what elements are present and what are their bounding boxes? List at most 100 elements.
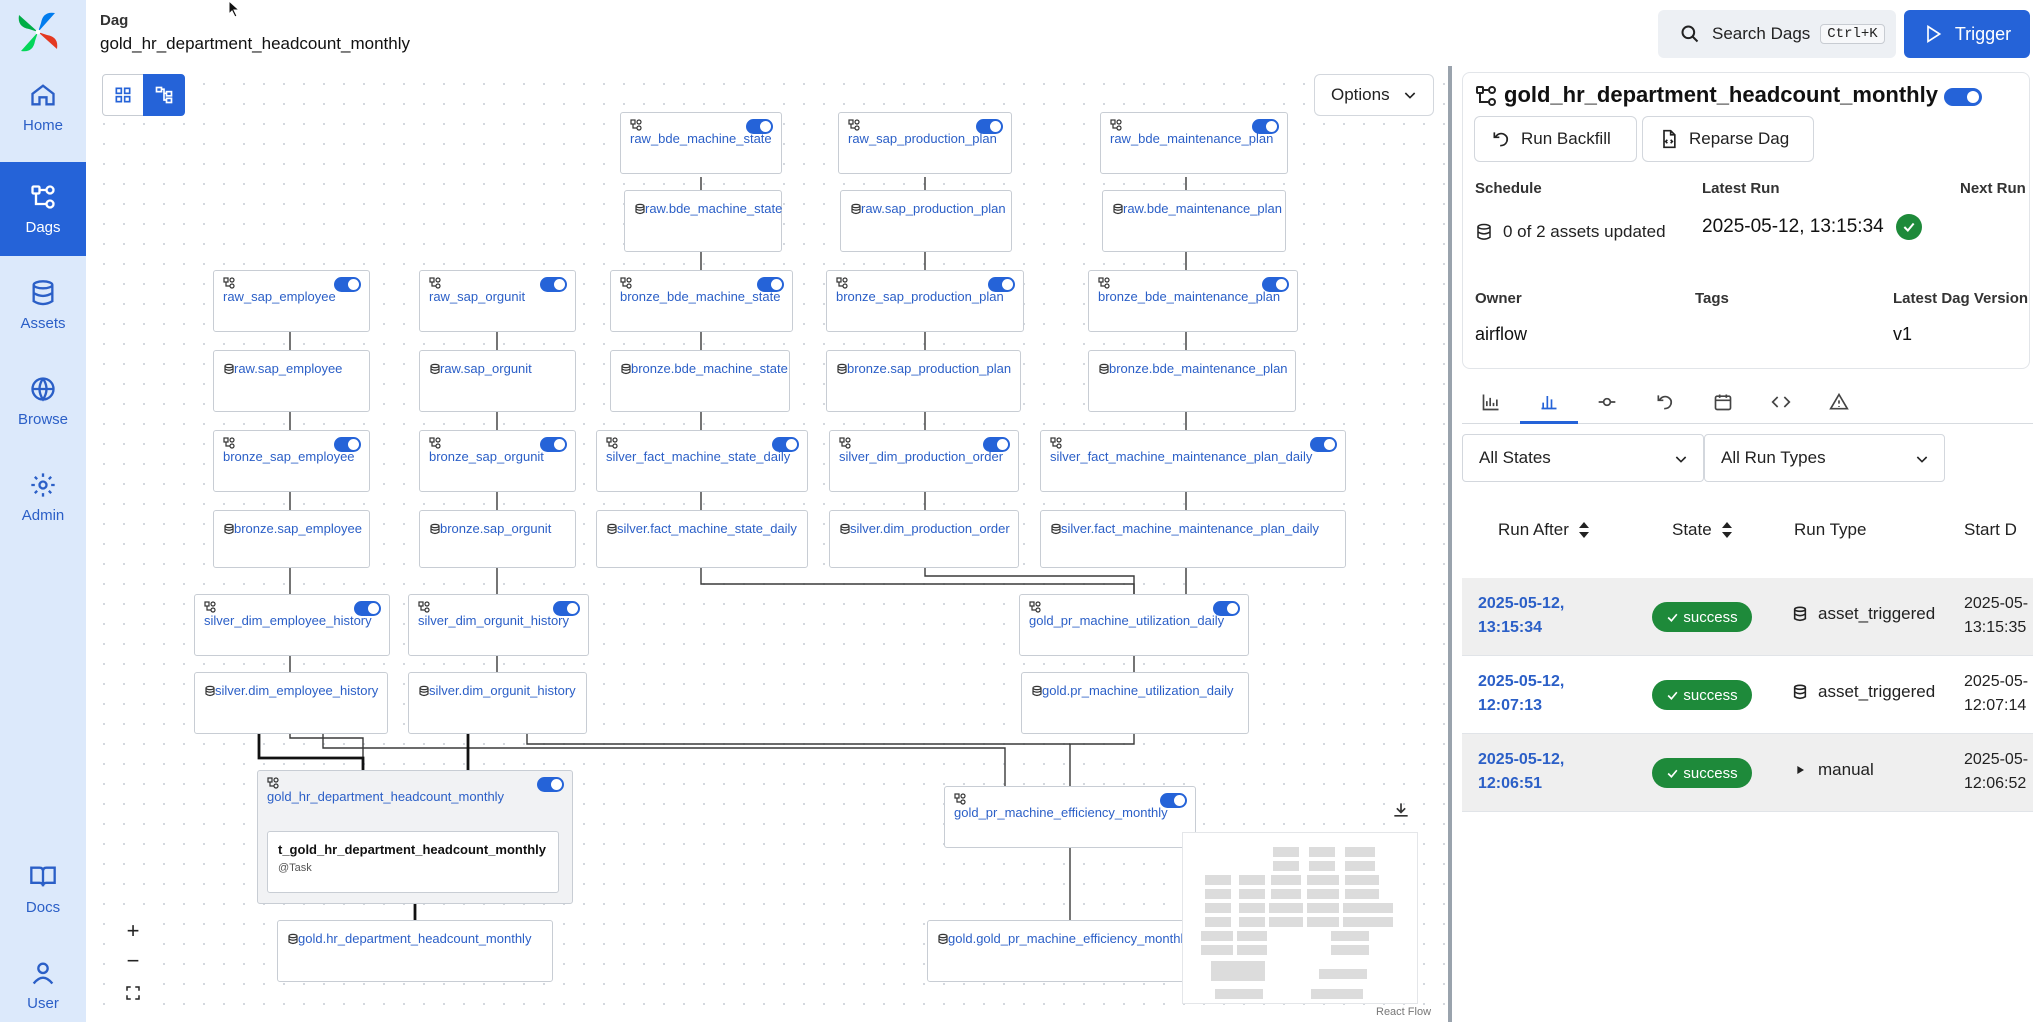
table-row[interactable]: 2025-05-12, 13:15:34 success asset_trigge… — [1462, 578, 2033, 656]
latest-run-value[interactable]: 2025-05-12, 13:15:34 — [1702, 214, 1922, 240]
grid-view-button[interactable] — [102, 74, 144, 116]
dag-toggle[interactable] — [540, 437, 567, 452]
asset-node[interactable]: silver.dim_orgunit_history — [408, 672, 587, 734]
dag-node[interactable]: silver_dim_orgunit_history — [408, 594, 589, 656]
minimap[interactable] — [1182, 832, 1418, 1004]
reparse-dag-button[interactable]: Reparse Dag — [1642, 116, 1814, 162]
dag-node[interactable]: silver_dim_production_order — [829, 430, 1019, 492]
owner-value[interactable]: airflow — [1475, 324, 1527, 345]
nav-user[interactable]: User — [0, 938, 86, 1022]
dag-node[interactable]: silver_dim_employee_history — [194, 594, 390, 656]
dag-node[interactable]: raw_sap_employee — [213, 270, 370, 332]
grid-icon — [115, 87, 131, 103]
dag-node[interactable]: gold_pr_machine_efficiency_monthly — [944, 786, 1196, 848]
nav-dags[interactable]: Dags — [0, 162, 86, 256]
dag-node[interactable]: bronze_sap_orgunit — [419, 430, 576, 492]
nav-browse[interactable]: Browse — [0, 354, 86, 448]
dag-toggle[interactable] — [537, 777, 564, 792]
node-label: bronze_bde_machine_state — [620, 289, 781, 304]
airflow-logo[interactable] — [15, 9, 61, 55]
schedule-value[interactable]: 0 of 2 assets updated — [1475, 222, 1666, 242]
dag-node[interactable]: bronze_sap_production_plan — [826, 270, 1024, 332]
dag-node[interactable]: raw_sap_orgunit — [419, 270, 576, 332]
node-label: raw.sap_orgunit — [440, 361, 532, 376]
run-type-filter-select[interactable]: All Run Types — [1704, 434, 1945, 482]
asset-node[interactable]: gold.pr_machine_utilization_daily — [1021, 672, 1249, 734]
asset-node[interactable]: bronze.bde_machine_state — [610, 350, 790, 412]
dag-toggle[interactable] — [1310, 437, 1337, 452]
dag-node[interactable]: raw_sap_production_plan — [838, 112, 1012, 174]
run-after-link[interactable]: 2025-05-12, 12:07:13 — [1478, 670, 1564, 718]
table-row[interactable]: 2025-05-12, 12:06:51 success manual 2025-… — [1462, 734, 2033, 812]
column-start-date[interactable]: Start D — [1964, 520, 2017, 540]
trigger-button[interactable]: Trigger — [1904, 10, 2030, 58]
react-flow-attribution[interactable]: React Flow — [1376, 1006, 1431, 1018]
node-label: silver_dim_employee_history — [204, 613, 372, 628]
run-after-link[interactable]: 2025-05-12, 13:15:34 — [1478, 592, 1564, 640]
asset-node[interactable]: raw.sap_employee — [213, 350, 370, 412]
asset-node[interactable]: gold.gold_pr_machine_efficiency_monthly — [927, 920, 1190, 982]
nav-admin[interactable]: Admin — [0, 450, 86, 544]
zoom-in-button[interactable]: + — [118, 916, 148, 946]
tab-warnings[interactable] — [1810, 380, 1868, 424]
dag-toggle[interactable] — [334, 277, 361, 292]
dag-node[interactable]: silver_fact_machine_maintenance_plan_dai… — [1040, 430, 1346, 492]
download-icon[interactable] — [1391, 800, 1411, 820]
asset-node[interactable]: silver.fact_machine_maintenance_plan_dai… — [1040, 510, 1346, 568]
tab-overview[interactable] — [1462, 380, 1520, 424]
tab-events[interactable] — [1694, 380, 1752, 424]
asset-node[interactable]: silver.fact_machine_state_daily — [596, 510, 808, 568]
tab-runs[interactable] — [1520, 380, 1578, 424]
task-node[interactable]: t_gold_hr_department_headcount_monthly @… — [267, 831, 559, 893]
dag-node[interactable]: bronze_sap_employee — [213, 430, 370, 492]
asset-node[interactable]: bronze.sap_production_plan — [826, 350, 1021, 412]
asset-node[interactable]: silver.dim_production_order — [829, 510, 1019, 568]
asset-node[interactable]: bronze.sap_orgunit — [419, 510, 576, 568]
asset-node[interactable]: bronze.bde_maintenance_plan — [1088, 350, 1296, 412]
node-label: bronze.sap_production_plan — [847, 361, 1012, 376]
check-icon — [1667, 613, 1678, 622]
dag-pause-toggle[interactable] — [1944, 88, 1982, 106]
table-row[interactable]: 2025-05-12, 12:07:13 success asset_trigge… — [1462, 656, 2033, 734]
bar-chart-icon — [1482, 394, 1499, 411]
options-dropdown[interactable]: Options — [1314, 74, 1434, 116]
dag-node[interactable]: raw_bde_maintenance_plan — [1100, 112, 1288, 174]
graph-view-icon — [155, 86, 173, 104]
asset-node[interactable]: raw.sap_production_plan — [840, 190, 1012, 252]
asset-node[interactable]: raw.sap_orgunit — [419, 350, 576, 412]
asset-node[interactable]: gold.hr_department_headcount_monthly — [277, 920, 553, 982]
fit-view-button[interactable] — [118, 978, 148, 1008]
search-label: Search Dags — [1712, 24, 1811, 43]
column-run-after[interactable]: Run After — [1498, 520, 1591, 540]
asset-node[interactable]: raw.bde_maintenance_plan — [1102, 190, 1286, 252]
asset-node[interactable]: silver.dim_employee_history — [194, 672, 388, 734]
task-type: @Task — [278, 862, 312, 874]
dag-icon — [418, 601, 430, 613]
dag-node[interactable]: bronze_bde_machine_state — [610, 270, 793, 332]
search-dags-button[interactable]: Search Dags Ctrl+K — [1658, 10, 1896, 58]
run-after-link[interactable]: 2025-05-12, 12:06:51 — [1478, 748, 1564, 796]
column-state[interactable]: State — [1672, 520, 1734, 540]
asset-node[interactable]: raw.bde_machine_state — [624, 190, 782, 252]
tab-tasks[interactable] — [1578, 380, 1636, 424]
start-date: 2025-05- 12:06:52 — [1964, 748, 2028, 796]
start-date-time: 12:06:52 — [1964, 775, 2027, 792]
dag-node[interactable]: silver_fact_machine_state_daily — [596, 430, 808, 492]
nav-assets[interactable]: Assets — [0, 258, 86, 352]
tab-code[interactable] — [1752, 380, 1810, 424]
current-dag-group[interactable]: gold_hr_department_headcount_monthly t_g… — [257, 770, 573, 904]
run-backfill-button[interactable]: Run Backfill — [1474, 116, 1637, 162]
dag-toggle[interactable] — [540, 277, 567, 292]
tab-backfills[interactable] — [1636, 380, 1694, 424]
zoom-out-button[interactable]: − — [118, 946, 148, 976]
dag-node[interactable]: raw_bde_machine_state — [620, 112, 782, 174]
nav-docs[interactable]: Docs — [0, 842, 86, 936]
dag-node[interactable]: gold_pr_machine_utilization_daily — [1019, 594, 1249, 656]
state-filter-select[interactable]: All States — [1462, 434, 1704, 482]
panel-resize-handle[interactable] — [1448, 66, 1452, 1022]
graph-view-button[interactable] — [143, 74, 185, 116]
asset-node[interactable]: bronze.sap_employee — [213, 510, 370, 568]
nav-home[interactable]: Home — [0, 60, 86, 154]
dag-node[interactable]: bronze_bde_maintenance_plan — [1088, 270, 1298, 332]
column-run-type: Run Type — [1794, 520, 1866, 540]
